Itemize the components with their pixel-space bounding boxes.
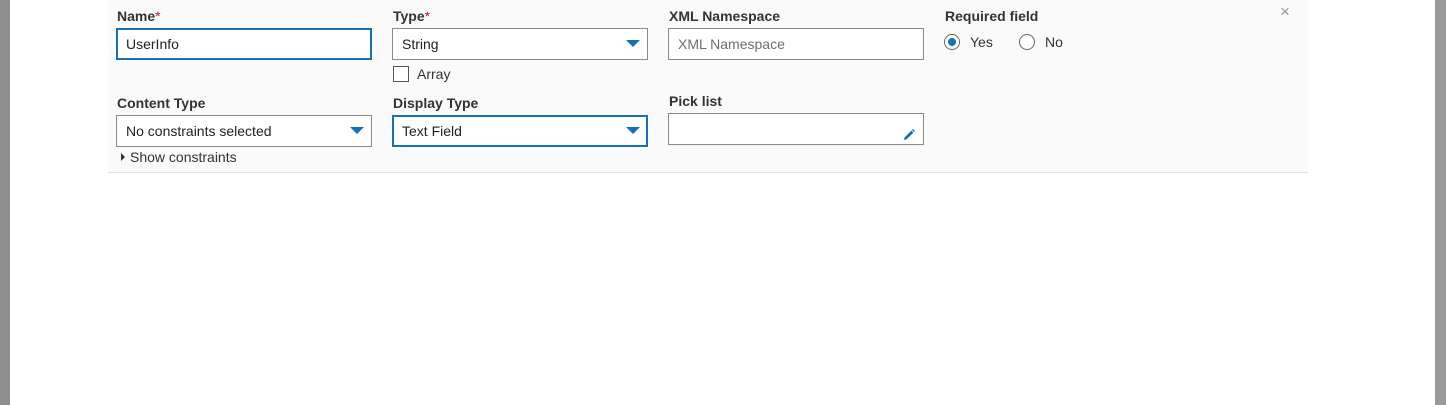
required-yes-label: Yes xyxy=(970,34,993,50)
type-select[interactable]: String xyxy=(392,28,648,60)
type-label: Type* xyxy=(393,8,430,24)
name-field[interactable] xyxy=(116,28,372,60)
chevron-down-icon[interactable] xyxy=(626,127,640,134)
pick-list-label: Pick list xyxy=(669,93,722,109)
display-type-selected-value: Text Field xyxy=(402,123,462,139)
xml-namespace-input[interactable] xyxy=(678,30,914,58)
content-type-selected-value: No constraints selected xyxy=(126,123,272,139)
required-field-label: Required field xyxy=(945,8,1039,24)
content-type-select[interactable]: No constraints selected xyxy=(116,115,372,147)
content-type-label: Content Type xyxy=(117,95,206,111)
close-icon[interactable]: × xyxy=(1280,3,1290,20)
name-label-text: Name xyxy=(117,8,156,24)
show-constraints-link[interactable]: Show constraints xyxy=(130,149,237,165)
field-definition-form: × Name* Type* String Array XML Namespace… xyxy=(108,0,1308,173)
display-type-select[interactable]: Text Field xyxy=(392,115,648,147)
display-type-label: Display Type xyxy=(393,95,479,111)
caret-right-icon[interactable] xyxy=(121,153,125,161)
required-no-label: No xyxy=(1045,34,1063,50)
required-asterisk: * xyxy=(155,8,161,24)
required-yes-radio[interactable] xyxy=(944,34,960,50)
array-checkbox[interactable] xyxy=(393,66,409,82)
type-selected-value: String xyxy=(402,36,439,52)
window-scrollbar-strip xyxy=(1435,0,1446,405)
name-input[interactable] xyxy=(126,30,362,58)
array-label: Array xyxy=(417,66,451,82)
required-asterisk: * xyxy=(424,8,431,24)
chevron-down-icon[interactable] xyxy=(350,127,364,134)
xml-namespace-field[interactable] xyxy=(668,28,924,60)
pick-list-field[interactable] xyxy=(668,113,924,145)
required-no-radio[interactable] xyxy=(1019,34,1035,50)
xml-namespace-label: XML Namespace xyxy=(669,8,781,24)
chevron-down-icon[interactable] xyxy=(626,40,640,47)
type-label-text: Type xyxy=(393,8,425,24)
pencil-icon[interactable] xyxy=(902,122,916,140)
name-label: Name* xyxy=(117,8,161,24)
dialog-panel: × Name* Type* String Array XML Namespace… xyxy=(10,0,1435,405)
